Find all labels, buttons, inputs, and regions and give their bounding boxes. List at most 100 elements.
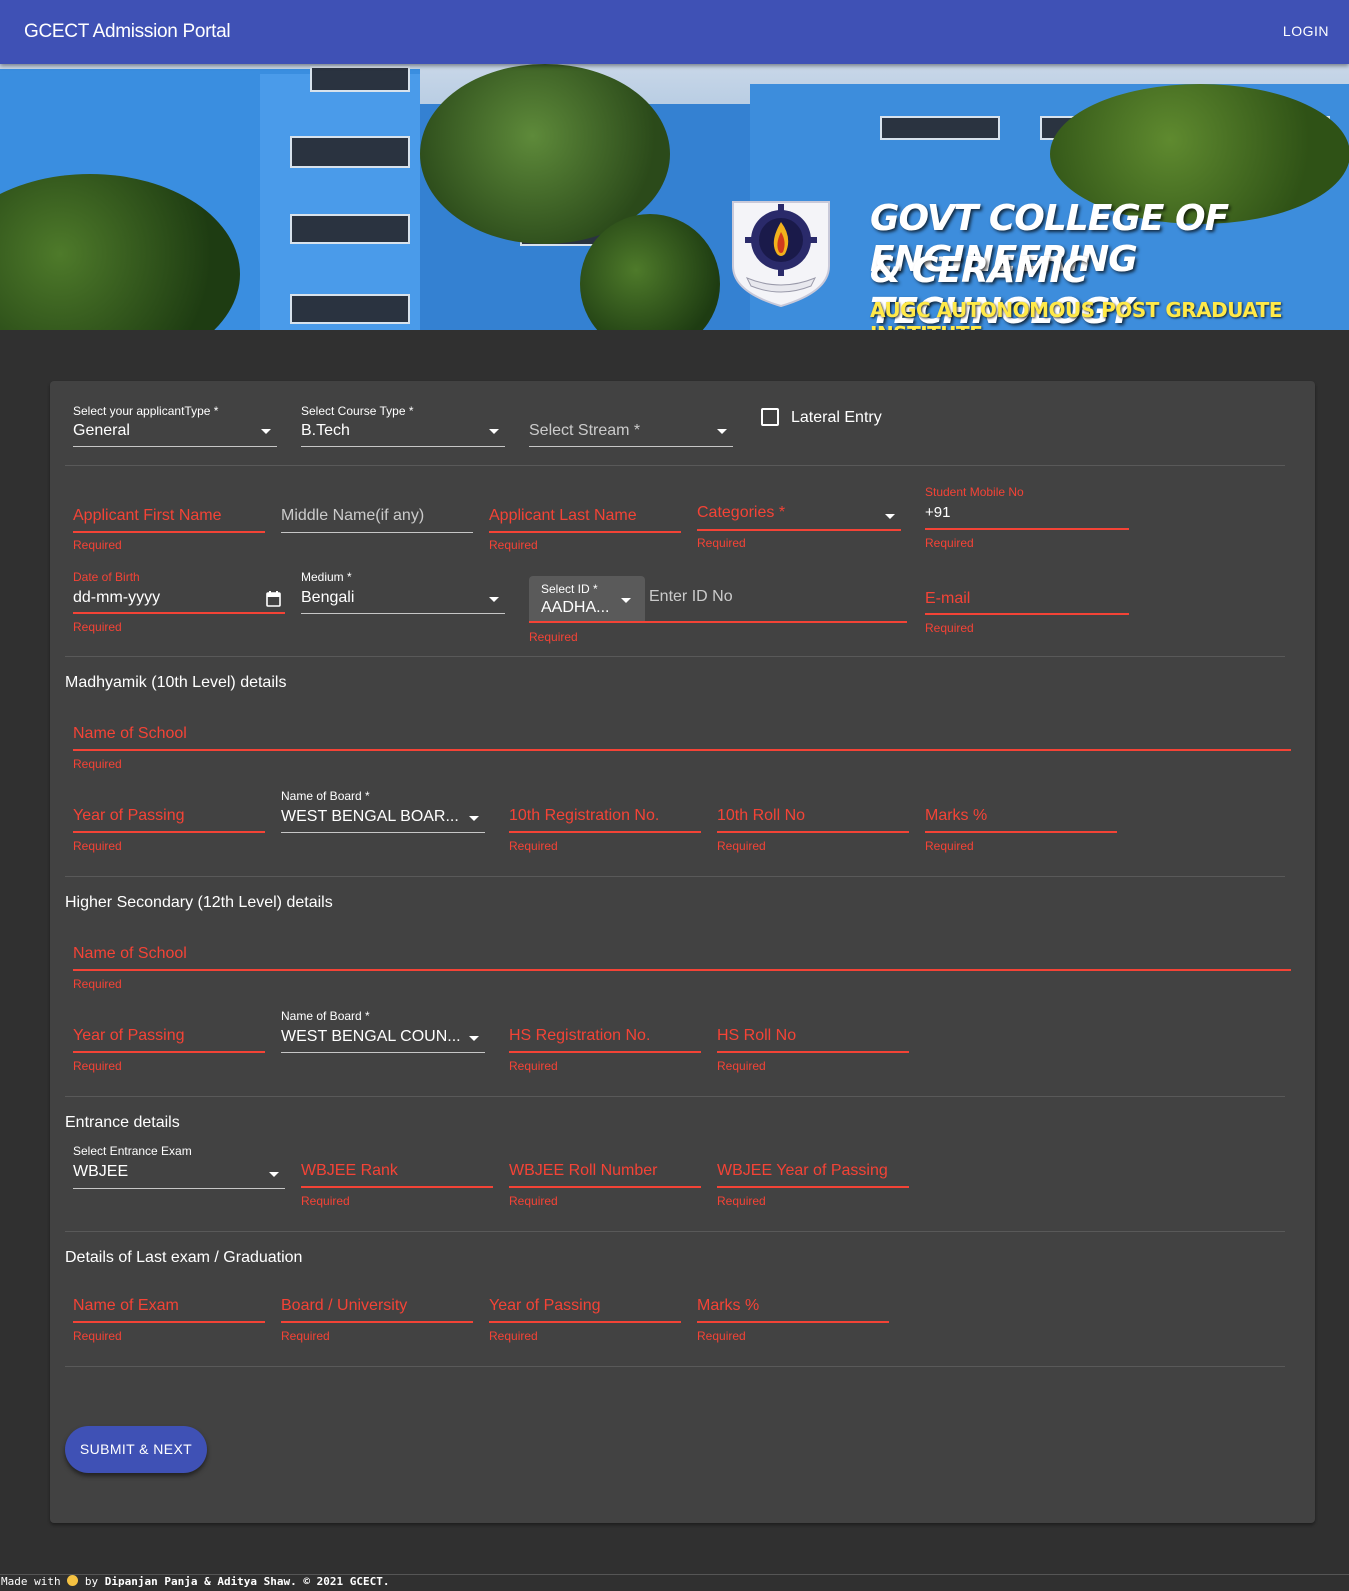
hs-reg-placeholder: HS Registration No. bbox=[509, 1027, 651, 1044]
madhyamik-board-value: WEST BENGAL BOAR... bbox=[281, 808, 459, 825]
entrance-heading: Entrance details bbox=[65, 1114, 180, 1131]
smile-icon bbox=[67, 1575, 79, 1586]
middle-name-field[interactable]: Middle Name(if any) bbox=[273, 491, 473, 557]
mobile-label: Student Mobile No bbox=[925, 485, 1024, 499]
hs-reg-field[interactable]: HS Registration No. Required bbox=[501, 1001, 701, 1073]
hs-board-value: WEST BENGAL COUN... bbox=[281, 1028, 461, 1045]
hs-year-placeholder: Year of Passing bbox=[73, 1027, 185, 1044]
madhyamik-roll-placeholder: 10th Roll No bbox=[717, 807, 806, 824]
dropdown-arrow-icon bbox=[885, 514, 895, 519]
email-required: Required bbox=[925, 621, 974, 635]
wbjee-year-placeholder: WBJEE Year of Passing bbox=[717, 1162, 888, 1179]
wbjee-roll-field[interactable]: WBJEE Roll Number Required bbox=[501, 1136, 701, 1208]
calendar-icon[interactable] bbox=[266, 591, 281, 607]
wbjee-rank-field[interactable]: WBJEE Rank Required bbox=[293, 1136, 493, 1208]
madhyamik-school-field[interactable]: Name of School Required bbox=[65, 711, 1291, 777]
dropdown-arrow-icon bbox=[717, 429, 727, 434]
last-exam-year-required: Required bbox=[489, 1329, 538, 1343]
footer-made-with: Made with bbox=[1, 1575, 61, 1588]
login-button[interactable]: LOGIN bbox=[1283, 23, 1329, 39]
app-title: GCECT Admission Portal bbox=[24, 21, 231, 42]
submit-next-button[interactable]: SUBMIT & NEXT bbox=[65, 1426, 207, 1473]
madhyamik-board-label: Name of Board * bbox=[281, 789, 370, 803]
madhyamik-reg-field[interactable]: 10th Registration No. Required bbox=[501, 781, 701, 853]
medium-value: Bengali bbox=[301, 589, 355, 606]
madhyamik-year-required: Required bbox=[73, 839, 122, 853]
first-name-required: Required bbox=[73, 538, 122, 552]
last-exam-heading: Details of Last exam / Graduation bbox=[65, 1249, 303, 1266]
last-exam-name-field[interactable]: Name of Exam Required bbox=[65, 1271, 265, 1343]
categories-required: Required bbox=[697, 536, 746, 550]
wbjee-rank-placeholder: WBJEE Rank bbox=[301, 1162, 398, 1179]
email-field[interactable]: E-mail Required bbox=[917, 576, 1129, 646]
college-logo bbox=[732, 201, 830, 308]
footer-by: by bbox=[84, 1575, 99, 1588]
hs-roll-field[interactable]: HS Roll No Required bbox=[709, 1001, 909, 1073]
dob-value: dd-mm-yyyy bbox=[73, 589, 161, 606]
id-number-placeholder: Enter ID No bbox=[649, 588, 733, 605]
madhyamik-year-field[interactable]: Year of Passing Required bbox=[65, 781, 265, 853]
hs-school-placeholder: Name of School bbox=[73, 945, 187, 962]
madhyamik-roll-field[interactable]: 10th Roll No Required bbox=[709, 781, 909, 853]
wbjee-year-field[interactable]: WBJEE Year of Passing Required bbox=[709, 1136, 909, 1208]
medium-select[interactable]: Medium * Bengali bbox=[293, 570, 505, 620]
course-type-select[interactable]: Select Course Type * B.Tech bbox=[293, 401, 505, 451]
lateral-entry-label: Lateral Entry bbox=[791, 409, 882, 426]
stream-select[interactable]: Select Stream * bbox=[521, 401, 733, 451]
last-exam-marks-field[interactable]: Marks % Required bbox=[689, 1271, 889, 1343]
madhyamik-board-select[interactable]: Name of Board * WEST BENGAL BOAR... bbox=[273, 789, 485, 839]
dropdown-arrow-icon bbox=[489, 429, 499, 434]
last-exam-name-placeholder: Name of Exam bbox=[73, 1297, 179, 1314]
madhyamik-school-placeholder: Name of School bbox=[73, 725, 187, 742]
last-exam-year-placeholder: Year of Passing bbox=[489, 1297, 601, 1314]
madhyamik-reg-required: Required bbox=[509, 839, 558, 853]
madhyamik-marks-required: Required bbox=[925, 839, 974, 853]
hs-school-field[interactable]: Name of School Required bbox=[65, 931, 1291, 997]
last-name-field[interactable]: Applicant Last Name Required bbox=[481, 491, 681, 557]
medium-label: Medium * bbox=[301, 570, 352, 584]
applicant-type-select[interactable]: Select your applicantType * General bbox=[65, 401, 277, 451]
categories-select[interactable]: Categories * Required bbox=[689, 491, 901, 557]
applicant-type-label: Select your applicantType * bbox=[73, 404, 219, 418]
dob-field[interactable]: Date of Birth dd-mm-yyyy Required bbox=[65, 570, 285, 640]
dropdown-arrow-icon bbox=[489, 597, 499, 602]
madhyamik-reg-placeholder: 10th Registration No. bbox=[509, 807, 660, 824]
last-exam-year-field[interactable]: Year of Passing Required bbox=[481, 1271, 681, 1343]
stream-placeholder: Select Stream * bbox=[529, 422, 641, 439]
last-exam-marks-required: Required bbox=[697, 1329, 746, 1343]
dob-label: Date of Birth bbox=[73, 570, 140, 584]
madhyamik-marks-field[interactable]: Marks % Required bbox=[917, 781, 1117, 853]
entrance-exam-select[interactable]: Select Entrance Exam WBJEE bbox=[65, 1144, 285, 1194]
id-number-field[interactable]: Enter ID No Required bbox=[521, 576, 907, 646]
last-exam-board-required: Required bbox=[281, 1329, 330, 1343]
lateral-entry-checkbox[interactable] bbox=[761, 408, 779, 426]
divider bbox=[65, 656, 1285, 657]
dropdown-arrow-icon bbox=[269, 1172, 279, 1177]
hs-board-select[interactable]: Name of Board * WEST BENGAL COUN... bbox=[273, 1009, 485, 1059]
last-exam-marks-placeholder: Marks % bbox=[697, 1297, 760, 1314]
divider bbox=[65, 1366, 1285, 1367]
madhyamik-roll-required: Required bbox=[717, 839, 766, 853]
wbjee-roll-placeholder: WBJEE Roll Number bbox=[509, 1162, 658, 1179]
last-name-required: Required bbox=[489, 538, 538, 552]
hs-board-label: Name of Board * bbox=[281, 1009, 370, 1023]
middle-name-placeholder: Middle Name(if any) bbox=[281, 507, 425, 524]
last-name-placeholder: Applicant Last Name bbox=[489, 507, 637, 524]
mobile-field[interactable]: Student Mobile No +91 Required bbox=[917, 485, 1129, 555]
divider bbox=[65, 465, 1285, 466]
hs-roll-placeholder: HS Roll No bbox=[717, 1027, 797, 1044]
application-form: Select your applicantType * General Sele… bbox=[50, 381, 1315, 1523]
hs-year-required: Required bbox=[73, 1059, 122, 1073]
applicant-type-value: General bbox=[73, 422, 130, 439]
footer-authors: Dipanjan Panja & Aditya Shaw. bbox=[104, 1575, 297, 1588]
dob-required: Required bbox=[73, 620, 122, 634]
course-type-value: B.Tech bbox=[301, 422, 350, 439]
divider bbox=[65, 1231, 1285, 1232]
last-exam-board-field[interactable]: Board / University Required bbox=[273, 1271, 473, 1343]
madhyamik-year-placeholder: Year of Passing bbox=[73, 807, 185, 824]
hs-year-field[interactable]: Year of Passing Required bbox=[65, 1001, 265, 1073]
madhyamik-heading: Madhyamik (10th Level) details bbox=[65, 674, 287, 691]
first-name-field[interactable]: Applicant First Name Required bbox=[65, 491, 265, 557]
id-required: Required bbox=[529, 630, 578, 644]
entrance-exam-label: Select Entrance Exam bbox=[73, 1144, 192, 1158]
